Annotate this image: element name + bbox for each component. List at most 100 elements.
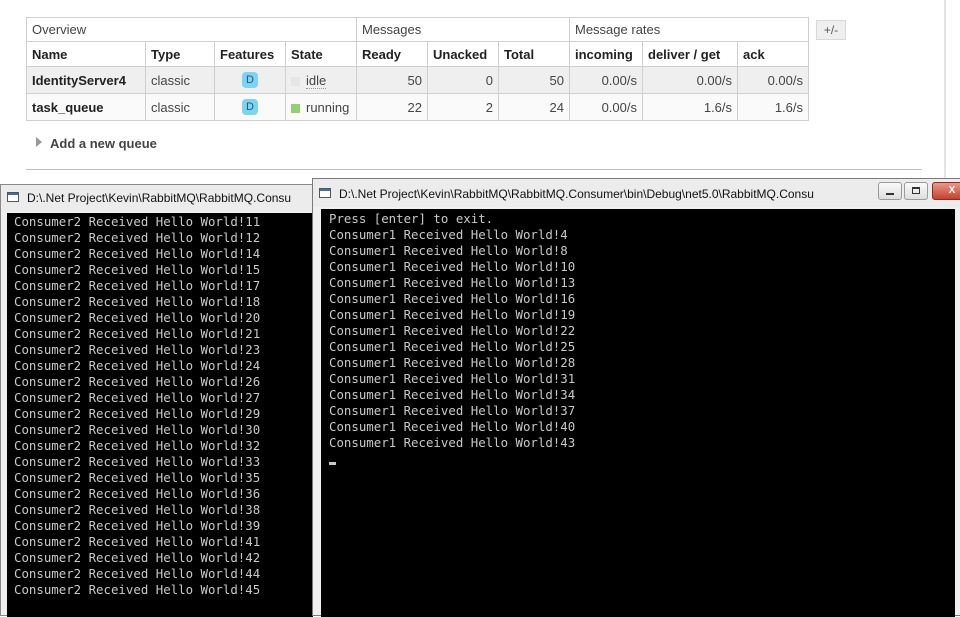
console-line: Consumer2 Received Hello World!18 (14, 294, 261, 309)
expand-triangle-icon (36, 137, 42, 147)
window-titlebar[interactable]: D:\.Net Project\Kevin\RabbitMQ\RabbitMQ.… (1, 185, 317, 211)
console-line: Consumer2 Received Hello World!33 (14, 454, 261, 469)
queue-features: D (214, 93, 286, 121)
console-line: Press [enter] to exit. (329, 211, 494, 226)
queue-ready: 22 (356, 93, 428, 121)
queue-ready: 50 (356, 66, 428, 94)
group-header-row: Overview Messages Message rates (26, 17, 809, 42)
console-line: Consumer2 Received Hello World!24 (14, 358, 261, 373)
console-line: Consumer1 Received Hello World!37 (329, 403, 576, 418)
state-idle-icon (291, 76, 300, 86)
queue-name-link[interactable]: IdentityServer4 (26, 66, 146, 94)
add-queue-toggle[interactable]: Add a new queue (36, 136, 157, 151)
table-row[interactable]: task_queue classic D running 22 2 24 0.0… (26, 93, 809, 121)
queue-unacked: 2 (427, 93, 499, 121)
durable-badge: D (242, 99, 258, 116)
console-line: Consumer1 Received Hello World!19 (329, 307, 576, 322)
console-line: Consumer2 Received Hello World!20 (14, 310, 261, 325)
column-header-row: Name Type Features State Ready Unacked T… (26, 41, 809, 67)
text-cursor (329, 462, 336, 465)
window-title: D:\.Net Project\Kevin\RabbitMQ\RabbitMQ.… (339, 187, 814, 201)
console-cursor-line (329, 451, 955, 467)
console-line: Consumer2 Received Hello World!21 (14, 326, 261, 341)
col-ready[interactable]: Ready (356, 41, 428, 67)
consumer2-console-window[interactable]: D:\.Net Project\Kevin\RabbitMQ\RabbitMQ.… (0, 184, 318, 617)
queue-total: 50 (498, 66, 570, 94)
console-line: Consumer1 Received Hello World!13 (329, 275, 576, 290)
minimize-icon (886, 193, 894, 195)
console-line: Consumer2 Received Hello World!38 (14, 502, 261, 517)
console-line: Consumer1 Received Hello World!4 (329, 227, 568, 242)
console-line: Consumer2 Received Hello World!32 (14, 438, 261, 453)
console-line: Consumer1 Received Hello World!8 (329, 243, 568, 258)
console-line: Consumer2 Received Hello World!36 (14, 486, 261, 501)
scrollbar-edge (944, 0, 946, 186)
col-state[interactable]: State (285, 41, 357, 67)
maximize-icon (912, 187, 920, 194)
console-line: Consumer1 Received Hello World!40 (329, 419, 576, 434)
consumer1-console-window[interactable]: D:\.Net Project\Kevin\RabbitMQ\RabbitMQ.… (312, 178, 960, 617)
minimize-button[interactable] (878, 182, 902, 200)
queue-type: classic (145, 66, 215, 94)
console-line: Consumer1 Received Hello World!43 (329, 435, 576, 450)
console-line: Consumer2 Received Hello World!44 (14, 566, 261, 581)
console-line: Consumer1 Received Hello World!22 (329, 323, 576, 338)
console-line: Consumer1 Received Hello World!34 (329, 387, 576, 402)
group-message-rates: Message rates (569, 17, 809, 42)
rate-incoming: 0.00/s (569, 93, 643, 121)
state-label: running (306, 99, 350, 115)
queue-state: idle (285, 66, 357, 94)
console-output[interactable]: Consumer2 Received Hello World!11 Consume… (7, 213, 313, 617)
queue-state: running (285, 93, 357, 121)
queue-features: D (214, 66, 286, 94)
queue-type: classic (145, 93, 215, 121)
state-label: idle (306, 72, 327, 89)
console-line: Consumer2 Received Hello World!30 (14, 422, 261, 437)
state-running-icon (291, 103, 300, 113)
console-line: Consumer2 Received Hello World!12 (14, 230, 261, 245)
durable-badge: D (242, 72, 258, 89)
console-line: Consumer2 Received Hello World!42 (14, 550, 261, 565)
rate-incoming: 0.00/s (569, 66, 643, 94)
rate-deliver-get: 0.00/s (642, 66, 738, 94)
console-line: Consumer2 Received Hello World!39 (14, 518, 261, 533)
console-line: Consumer2 Received Hello World!23 (14, 342, 261, 357)
section-divider (26, 169, 922, 170)
console-line: Consumer1 Received Hello World!28 (329, 355, 576, 370)
console-line: Consumer1 Received Hello World!25 (329, 339, 576, 354)
queue-total: 24 (498, 93, 570, 121)
queue-name-link[interactable]: task_queue (26, 93, 146, 121)
close-button[interactable]: X (932, 182, 960, 200)
console-line: Consumer2 Received Hello World!27 (14, 390, 261, 405)
console-line: Consumer2 Received Hello World!26 (14, 374, 261, 389)
rate-ack: 1.6/s (737, 93, 809, 121)
col-unacked[interactable]: Unacked (427, 41, 499, 67)
console-line: Consumer1 Received Hello World!31 (329, 371, 576, 386)
queue-unacked: 0 (427, 66, 499, 94)
queues-table: Overview Messages Message rates Name Typ… (26, 17, 809, 121)
col-ack[interactable]: ack (737, 41, 809, 67)
close-icon: X (948, 185, 956, 196)
rate-deliver-get: 1.6/s (642, 93, 738, 121)
console-line: Consumer1 Received Hello World!10 (329, 259, 576, 274)
console-line: Consumer2 Received Hello World!11 (14, 214, 261, 229)
col-total[interactable]: Total (498, 41, 570, 67)
col-type[interactable]: Type (145, 41, 215, 67)
add-queue-label: Add a new queue (50, 136, 157, 151)
col-deliver-get[interactable]: deliver / get (642, 41, 738, 67)
rate-ack: 0.00/s (737, 66, 809, 94)
console-app-icon (7, 192, 19, 202)
col-incoming[interactable]: incoming (569, 41, 643, 67)
window-title: D:\.Net Project\Kevin\RabbitMQ\RabbitMQ.… (27, 191, 292, 205)
col-name[interactable]: Name (26, 41, 146, 67)
console-line: Consumer2 Received Hello World!29 (14, 406, 261, 421)
console-output[interactable]: Press [enter] to exit. Consumer1 Received… (321, 209, 955, 617)
console-line: Consumer2 Received Hello World!45 (14, 582, 261, 597)
table-row[interactable]: IdentityServer4 classic D idle 50 0 50 0… (26, 66, 809, 94)
toggle-columns-button[interactable]: +/- (816, 20, 846, 40)
console-line: Consumer1 Received Hello World!16 (329, 291, 576, 306)
maximize-button[interactable] (904, 182, 928, 200)
window-titlebar[interactable]: D:\.Net Project\Kevin\RabbitMQ\RabbitMQ.… (313, 179, 960, 207)
col-features[interactable]: Features (214, 41, 286, 67)
console-app-icon (319, 188, 331, 198)
